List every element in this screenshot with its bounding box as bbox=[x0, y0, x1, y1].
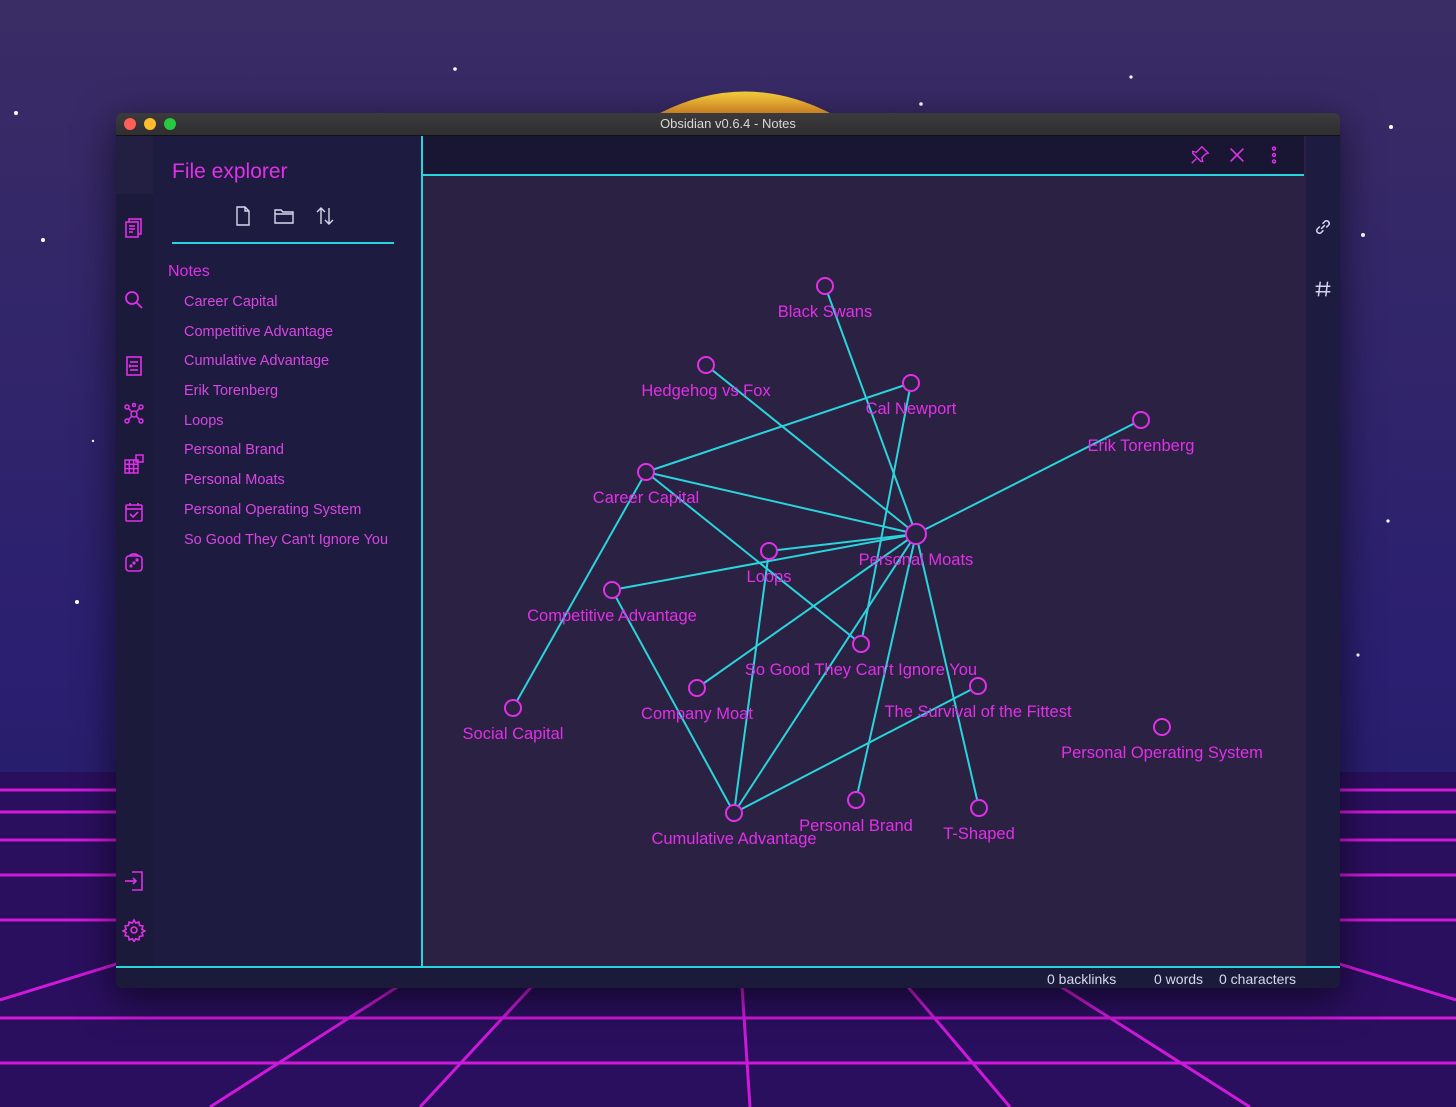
backlinks-count: 0 backlinks bbox=[1047, 971, 1117, 987]
graph-node-label: Erik Torenberg bbox=[1087, 437, 1194, 455]
note-item-career-capital[interactable]: Career Capital bbox=[184, 292, 388, 322]
status-bar: 0 backlinks 0 words 0 characters bbox=[116, 966, 1340, 988]
graph-node-circle[interactable] bbox=[504, 699, 522, 717]
graph-node-black-swans[interactable]: Black Swans bbox=[778, 277, 872, 321]
graph-canvas[interactable]: Personal Moats Black Swans Hedgehog vs Fox… bbox=[423, 176, 1304, 966]
graph-node-circle[interactable] bbox=[902, 374, 920, 392]
file-explorer-panel: File explorer Notes Career Capital Compe… bbox=[153, 136, 421, 966]
graph-node-t-shaped[interactable]: T-Shaped bbox=[943, 799, 1015, 843]
graph-node-personal-brand[interactable]: Personal Brand bbox=[799, 791, 913, 835]
graph-node-label: Career Capital bbox=[593, 489, 699, 507]
new-folder-icon[interactable] bbox=[272, 204, 296, 228]
window-title: Obsidian v0.6.4 - Notes bbox=[660, 116, 796, 131]
file-explorer-title: File explorer bbox=[172, 160, 288, 183]
graph-node-circle[interactable] bbox=[905, 523, 927, 545]
graph-node-so-good[interactable]: So Good They Can't Ignore You bbox=[745, 635, 977, 679]
graph-node-circle[interactable] bbox=[725, 804, 743, 822]
graph-node-label: Cal Newport bbox=[866, 400, 957, 418]
quick-switcher-icon[interactable] bbox=[122, 354, 146, 378]
right-ribbon bbox=[1306, 136, 1340, 966]
more-options-icon[interactable] bbox=[1263, 144, 1285, 166]
graph-node-circle[interactable] bbox=[816, 277, 834, 295]
graph-node-circle[interactable] bbox=[603, 581, 621, 599]
note-item-personal-brand[interactable]: Personal Brand bbox=[184, 440, 388, 470]
ribbon-header bbox=[116, 136, 153, 194]
obsidian-window: Obsidian v0.6.4 - Notes File explorer No… bbox=[116, 113, 1340, 988]
graph-node-hedgehog-vs-fox[interactable]: Hedgehog vs Fox bbox=[641, 356, 771, 400]
graph-node-label: Hedgehog vs Fox bbox=[641, 382, 771, 400]
note-item-personal-moats[interactable]: Personal Moats bbox=[184, 470, 388, 500]
graph-node-label: T-Shaped bbox=[943, 825, 1015, 843]
note-item-competitive-advantage[interactable]: Competitive Advantage bbox=[184, 322, 388, 352]
close-icon[interactable] bbox=[1226, 144, 1248, 166]
title-bar: Obsidian v0.6.4 - Notes bbox=[116, 113, 1340, 136]
character-count: 0 characters bbox=[1219, 971, 1297, 987]
graph-icon[interactable] bbox=[122, 402, 146, 426]
hashtag-icon[interactable] bbox=[1312, 278, 1334, 300]
note-list: Career Capital Competitive Advantage Cum… bbox=[184, 292, 388, 559]
sort-icon[interactable] bbox=[313, 204, 337, 228]
graph-node-label: Competitive Advantage bbox=[527, 607, 697, 625]
graph-node-circle[interactable] bbox=[970, 799, 988, 817]
graph-node-label: Personal Moats bbox=[859, 551, 974, 569]
settings-icon[interactable] bbox=[121, 918, 147, 944]
graph-node-personal-operating-system[interactable]: Personal Operating System bbox=[1061, 718, 1263, 762]
graph-node-competitive-advantage[interactable]: Competitive Advantage bbox=[527, 581, 697, 625]
graph-node-circle[interactable] bbox=[697, 356, 715, 374]
graph-node-erik-torenberg[interactable]: Erik Torenberg bbox=[1087, 411, 1195, 455]
graph-node-circle[interactable] bbox=[1153, 718, 1171, 736]
graph-node-label: Personal Brand bbox=[799, 817, 913, 835]
left-ribbon bbox=[116, 136, 154, 966]
graph-node-label: Black Swans bbox=[778, 303, 872, 321]
word-count: 0 words bbox=[1154, 971, 1204, 987]
graph-node-label: Personal Operating System bbox=[1061, 744, 1263, 762]
note-item-so-good-they-cant-ignore-you[interactable]: So Good They Can't Ignore You bbox=[184, 530, 388, 560]
pane-header bbox=[423, 136, 1304, 176]
note-item-personal-operating-system[interactable]: Personal Operating System bbox=[184, 500, 388, 530]
note-item-erik-torenberg[interactable]: Erik Torenberg bbox=[184, 381, 388, 411]
graph-node-cumulative-advantage[interactable]: Cumulative Advantage bbox=[651, 804, 817, 848]
graph-node-circle[interactable] bbox=[847, 791, 865, 809]
files-icon[interactable] bbox=[122, 216, 146, 240]
graph-node-personal-moats[interactable]: Personal Moats bbox=[859, 523, 974, 569]
graph-node-label: Cumulative Advantage bbox=[651, 830, 816, 848]
graph-node-label: So Good They Can't Ignore You bbox=[745, 661, 977, 679]
sidebar-divider bbox=[172, 242, 394, 244]
graph-node-cal-newport[interactable]: Cal Newport bbox=[866, 374, 957, 418]
graph-node-label: Loops bbox=[747, 568, 792, 586]
note-item-loops[interactable]: Loops bbox=[184, 411, 388, 441]
graph-node-circle[interactable] bbox=[969, 677, 987, 695]
graph-node-social-capital[interactable]: Social Capital bbox=[463, 699, 564, 743]
pin-icon[interactable] bbox=[1189, 144, 1211, 166]
new-note-icon[interactable] bbox=[231, 204, 255, 228]
graph-node-label: Company Moat bbox=[641, 705, 753, 723]
folder-notes[interactable]: Notes bbox=[168, 263, 210, 281]
random-note-icon[interactable] bbox=[122, 550, 146, 574]
graph-node-circle[interactable] bbox=[760, 542, 778, 560]
graph-node-circle[interactable] bbox=[688, 679, 706, 697]
graph-node-company-moat[interactable]: Company Moat bbox=[641, 679, 753, 723]
graph-edge-career-capital-social-capital bbox=[512, 471, 647, 709]
graph-node-circle[interactable] bbox=[852, 635, 870, 653]
open-vault-icon[interactable] bbox=[122, 869, 146, 893]
daily-note-icon[interactable] bbox=[122, 500, 146, 524]
graph-node-label: The Survival of the Fittest bbox=[884, 703, 1071, 721]
graph-node-survival-fittest[interactable]: The Survival of the Fittest bbox=[884, 677, 1072, 721]
graph-node-circle[interactable] bbox=[1132, 411, 1150, 429]
graph-node-label: Social Capital bbox=[463, 725, 564, 743]
graph-view-pane: Personal Moats Black Swans Hedgehog vs Fox… bbox=[421, 136, 1308, 966]
graph-node-career-capital[interactable]: Career Capital bbox=[593, 463, 699, 507]
kanban-icon[interactable] bbox=[122, 452, 146, 476]
graph-edge-loops-cumulative-advantage bbox=[733, 550, 770, 814]
graph-node-circle[interactable] bbox=[637, 463, 655, 481]
note-item-cumulative-advantage[interactable]: Cumulative Advantage bbox=[184, 351, 388, 381]
link-icon[interactable] bbox=[1312, 216, 1334, 238]
graph-edge-cal-newport-so-good bbox=[860, 382, 912, 645]
search-icon[interactable] bbox=[122, 288, 146, 312]
